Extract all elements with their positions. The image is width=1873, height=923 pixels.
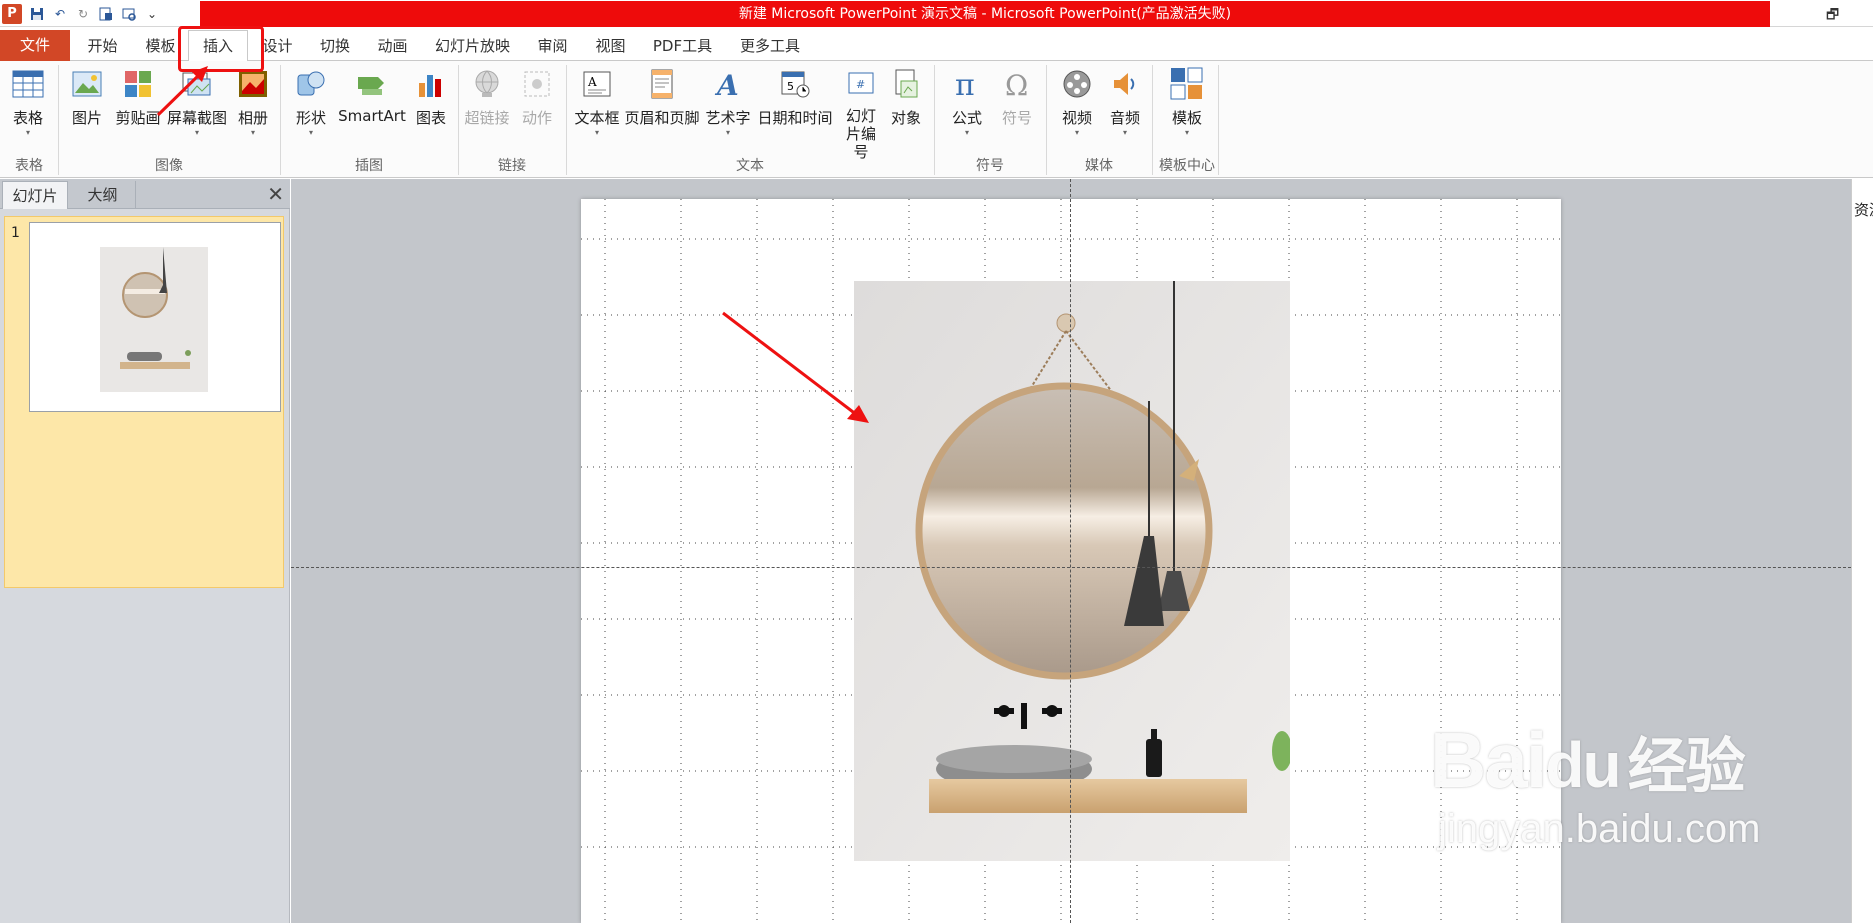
- shapes-icon: [294, 67, 328, 101]
- slide-number-button[interactable]: # 幻灯片编号: [838, 67, 884, 161]
- smartart-button[interactable]: SmartArt: [336, 67, 408, 125]
- tab-transitions[interactable]: 切换: [305, 32, 365, 60]
- group-label-symbol: 符号: [976, 158, 1004, 174]
- svg-text:Ω: Ω: [1005, 69, 1028, 99]
- table-icon: [11, 67, 45, 101]
- resource-pane-label: 资源: [1854, 201, 1873, 219]
- action-icon: [520, 67, 554, 101]
- slide-panel-tabs: 幻灯片 大纲 ✕: [0, 179, 290, 209]
- undo-icon[interactable]: ↶: [52, 6, 68, 22]
- textbox-button[interactable]: A 文本框 ▾: [572, 67, 622, 138]
- slide-thumbnail-panel: 幻灯片 大纲 ✕ 1: [0, 179, 290, 923]
- customize-icon[interactable]: ⌄: [144, 6, 160, 22]
- wordart-button[interactable]: A 艺术字 ▾: [702, 67, 754, 138]
- chart-button[interactable]: 图表: [410, 67, 452, 128]
- header-footer-icon: [645, 67, 679, 101]
- tab-more-tools[interactable]: 更多工具: [730, 32, 810, 60]
- slide-thumbnail-preview: [29, 222, 281, 412]
- textbox-icon: A: [580, 67, 614, 101]
- annotation-arrow-to-insert: [156, 66, 208, 117]
- tab-review[interactable]: 审阅: [525, 32, 580, 60]
- quick-access-toolbar: P ↶ ↻ ⌄: [0, 0, 160, 27]
- picture-button[interactable]: 图片: [66, 67, 108, 128]
- smartart-icon: [355, 67, 389, 101]
- symbol-button[interactable]: Ω 符号: [996, 67, 1038, 128]
- tab-slides[interactable]: 幻灯片: [2, 181, 68, 209]
- title-bar: P ↶ ↻ ⌄ 新建 Microsoft PowerPoint 演示文稿 - M…: [0, 0, 1873, 27]
- group-label-media: 媒体: [1085, 158, 1113, 174]
- tab-view[interactable]: 视图: [583, 32, 638, 60]
- shapes-button[interactable]: 形状 ▾: [290, 67, 332, 138]
- template-grid-icon: [1170, 67, 1204, 101]
- ribbon-tabs: 文件 开始 模板 插入 设计 切换 动画 幻灯片放映 审阅 视图 PDF工具 更…: [0, 28, 1873, 62]
- chart-icon: [414, 67, 448, 101]
- action-button[interactable]: 动作: [516, 67, 558, 128]
- album-button[interactable]: 相册 ▾: [232, 67, 274, 138]
- vertical-guide[interactable]: [1070, 179, 1071, 923]
- svg-text:π: π: [955, 69, 975, 99]
- film-reel-icon: [1060, 67, 1094, 101]
- tab-slideshow[interactable]: 幻灯片放映: [425, 32, 520, 60]
- group-label-illustration: 插图: [355, 158, 383, 174]
- ribbon-insert: 表格 ▾ 表格 图片 剪贴画 屏幕截图 ▾ 相册 ▾ 图像 形状 ▾ Smart…: [0, 61, 1873, 178]
- save-icon[interactable]: [29, 6, 45, 22]
- tab-animations[interactable]: 动画: [365, 32, 420, 60]
- group-label-image: 图像: [155, 158, 183, 174]
- redo-icon[interactable]: ↻: [75, 6, 91, 22]
- tab-pdf-tools[interactable]: PDF工具: [645, 32, 720, 60]
- group-label-link: 链接: [498, 158, 526, 174]
- table-button[interactable]: 表格 ▾: [6, 67, 50, 138]
- new-slide-icon[interactable]: [98, 6, 114, 22]
- close-icon[interactable]: ✕: [267, 182, 284, 206]
- svg-text:A: A: [587, 75, 597, 89]
- powerpoint-logo-icon[interactable]: P: [2, 3, 22, 24]
- slide-number-icon: #: [844, 67, 878, 101]
- header-footer-button[interactable]: 页眉和页脚: [622, 67, 702, 128]
- datetime-button[interactable]: 5 日期和时间: [754, 67, 836, 128]
- restore-icon[interactable]: 🗗: [1826, 4, 1839, 28]
- album-icon: [236, 67, 270, 101]
- calendar-clock-icon: 5: [778, 67, 812, 101]
- picture-icon: [70, 67, 104, 101]
- speaker-icon: [1108, 67, 1142, 101]
- baidu-watermark: Baidu 经验 jingyan.baidu.com: [1430, 716, 1761, 851]
- group-label-text: 文本: [736, 158, 764, 174]
- svg-text:A: A: [714, 69, 739, 99]
- pi-icon: π: [950, 67, 984, 101]
- horizontal-guide[interactable]: [291, 567, 1851, 568]
- svg-text:#: #: [856, 78, 865, 91]
- video-button[interactable]: 视频 ▾: [1056, 67, 1098, 138]
- hyperlink-globe-icon: [470, 67, 504, 101]
- equation-button[interactable]: π 公式 ▾: [946, 67, 988, 138]
- tab-home[interactable]: 开始: [75, 32, 130, 60]
- omega-icon: Ω: [1000, 67, 1034, 101]
- group-label-table: 表格: [15, 158, 43, 174]
- svg-text:5: 5: [787, 80, 794, 93]
- print-preview-icon[interactable]: [121, 6, 137, 22]
- object-button[interactable]: 对象: [886, 67, 926, 128]
- tab-file[interactable]: 文件: [0, 30, 70, 61]
- group-label-template-center: 模板中心: [1159, 158, 1215, 174]
- thumbnail-bathroom-image: [30, 223, 280, 411]
- audio-button[interactable]: 音频 ▾: [1104, 67, 1146, 138]
- slide-number-label: 1: [11, 225, 20, 241]
- wordart-icon: A: [711, 67, 745, 101]
- resource-task-pane: 资源: [1851, 179, 1873, 923]
- bathroom-mirror-image[interactable]: [854, 281, 1290, 861]
- slide-thumbnail-1[interactable]: 1: [4, 216, 284, 588]
- tab-outline[interactable]: 大纲: [70, 181, 136, 209]
- hyperlink-button[interactable]: 超链接: [462, 67, 512, 128]
- object-icon: [889, 67, 923, 101]
- annotation-arrow-to-image: [722, 311, 869, 423]
- window-title: 新建 Microsoft PowerPoint 演示文稿 - Microsoft…: [200, 1, 1770, 27]
- template-button[interactable]: 模板 ▾: [1166, 67, 1208, 138]
- slide-canvas[interactable]: [581, 199, 1561, 923]
